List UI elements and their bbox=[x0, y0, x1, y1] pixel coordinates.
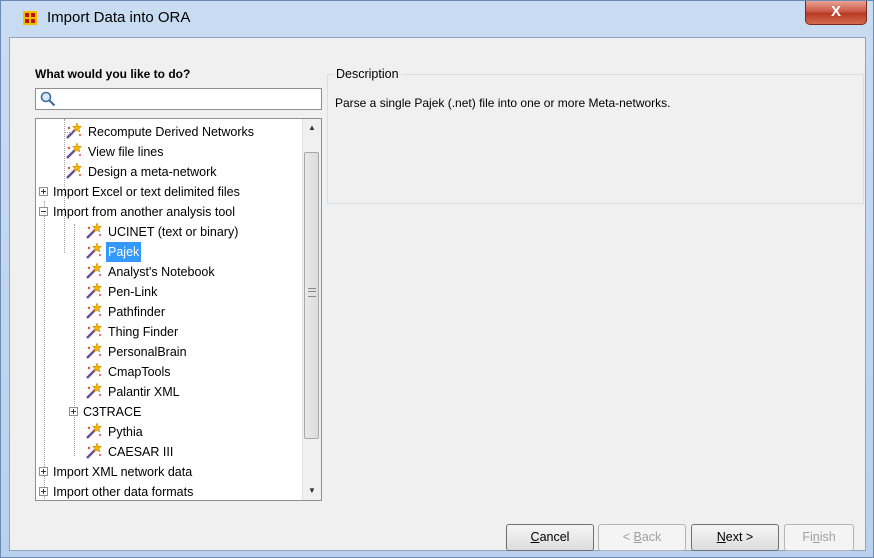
tree-item-label: C3TRACE bbox=[83, 405, 142, 419]
tree-item-label: CAESAR III bbox=[108, 445, 174, 459]
wizard-wand-icon bbox=[86, 342, 103, 359]
wizard-wand-icon bbox=[86, 382, 103, 399]
grip-icon bbox=[308, 288, 316, 297]
expand-icon[interactable] bbox=[39, 487, 48, 496]
tree-item-import-other[interactable]: Import other data formats bbox=[39, 482, 195, 500]
description-panel bbox=[327, 74, 864, 204]
tree-item-label: View file lines bbox=[88, 145, 164, 159]
expand-icon[interactable] bbox=[39, 467, 48, 476]
tree-item-view-file-lines[interactable]: View file lines bbox=[65, 142, 166, 162]
wizard-wand-icon bbox=[66, 122, 83, 139]
description-text: Parse a single Pajek (.net) file into on… bbox=[335, 96, 671, 110]
wizard-wand-icon bbox=[86, 302, 103, 319]
wizard-wand-icon bbox=[86, 262, 103, 279]
ora-app-icon bbox=[23, 11, 37, 25]
back-button[interactable]: < Back bbox=[598, 524, 686, 551]
description-legend: Description bbox=[334, 67, 401, 81]
wizard-wand-icon bbox=[86, 242, 103, 259]
tree-item-pen-link[interactable]: Pen-Link bbox=[85, 282, 159, 302]
expand-icon[interactable] bbox=[69, 407, 78, 416]
window-title: Import Data into ORA bbox=[47, 9, 191, 26]
wizard-wand-icon bbox=[86, 322, 103, 339]
cancel-button[interactable]: Cancel bbox=[506, 524, 594, 551]
tree-item-import-xml[interactable]: Import XML network data bbox=[39, 462, 194, 482]
tree-item-label: Thing Finder bbox=[108, 325, 179, 339]
search-icon bbox=[40, 91, 56, 107]
tree-item-label-selected: Pajek bbox=[106, 242, 142, 262]
title-bar[interactable]: Import Data into ORA X bbox=[1, 1, 873, 37]
wizard-wand-icon bbox=[66, 162, 83, 179]
scroll-up-arrow-icon[interactable]: ▲ bbox=[303, 119, 321, 137]
tree-item-label: PersonalBrain bbox=[108, 345, 187, 359]
import-dialog-window: Import Data into ORA X What would you li… bbox=[0, 0, 874, 558]
wizard-wand-icon bbox=[86, 422, 103, 439]
tree-item-analysts-notebook[interactable]: Analyst's Notebook bbox=[85, 262, 217, 282]
tree-item-label: Palantir XML bbox=[108, 385, 180, 399]
wizard-wand-icon bbox=[86, 222, 103, 239]
tree-item-label: Pen-Link bbox=[108, 285, 158, 299]
collapse-icon[interactable] bbox=[39, 207, 48, 216]
tree-item-pythia[interactable]: Pythia bbox=[85, 422, 145, 442]
wizard-wand-icon bbox=[86, 282, 103, 299]
tree-item-recompute-derived-networks[interactable]: Recompute Derived Networks bbox=[64, 122, 256, 142]
tree-item-label: Import XML network data bbox=[53, 465, 193, 479]
tree-item-label: Import from another analysis tool bbox=[53, 205, 236, 219]
tree-item-ucinet[interactable]: UCINET (text or binary) bbox=[85, 222, 240, 242]
task-heading: What would you like to do? bbox=[35, 67, 191, 81]
close-button[interactable]: X bbox=[805, 1, 867, 25]
scroll-down-arrow-icon[interactable]: ▼ bbox=[303, 482, 321, 500]
tree-item-label: Pythia bbox=[108, 425, 143, 439]
task-tree[interactable]: Recompute Derived Networks View file lin… bbox=[35, 118, 322, 501]
tree-item-label: UCINET (text or binary) bbox=[108, 225, 239, 239]
expand-icon[interactable] bbox=[39, 187, 48, 196]
tree-item-palantir-xml[interactable]: Palantir XML bbox=[85, 382, 182, 402]
finish-button[interactable]: Finish bbox=[784, 524, 854, 551]
tree-item-label: Import Excel or text delimited files bbox=[53, 185, 240, 199]
tree-item-label: Import other data formats bbox=[53, 485, 194, 499]
tree-item-design-meta-network[interactable]: Design a meta-network bbox=[65, 162, 219, 182]
tree-connector bbox=[44, 201, 45, 500]
tree-item-thing-finder[interactable]: Thing Finder bbox=[85, 322, 180, 342]
tree-item-pathfinder[interactable]: Pathfinder bbox=[85, 302, 167, 322]
search-input[interactable] bbox=[35, 88, 322, 110]
dialog-client-area: What would you like to do? Recompute Der… bbox=[9, 37, 866, 551]
tree-item-label: Analyst's Notebook bbox=[108, 265, 215, 279]
tree-item-label: Design a meta-network bbox=[88, 165, 217, 179]
tree-scrollbar[interactable]: ▲ ▼ bbox=[302, 119, 321, 500]
wizard-wand-icon bbox=[86, 362, 103, 379]
tree-item-label: Recompute Derived Networks bbox=[88, 125, 255, 139]
scroll-thumb[interactable] bbox=[304, 152, 319, 439]
tree-item-cmaptools[interactable]: CmapTools bbox=[85, 362, 173, 382]
tree-item-import-excel[interactable]: Import Excel or text delimited files bbox=[39, 182, 242, 202]
tree-item-pajek[interactable]: Pajek bbox=[85, 242, 142, 262]
tree-item-caesar-iii[interactable]: CAESAR III bbox=[85, 442, 175, 462]
tree-item-label: Pathfinder bbox=[108, 305, 165, 319]
tree-item-import-analysis-tool[interactable]: Import from another analysis tool bbox=[39, 202, 237, 222]
wizard-wand-icon bbox=[66, 142, 83, 159]
wizard-wand-icon bbox=[86, 442, 103, 459]
next-button[interactable]: Next > bbox=[691, 524, 779, 551]
tree-item-c3trace[interactable]: C3TRACE bbox=[69, 402, 143, 422]
tree-item-label: CmapTools bbox=[108, 365, 171, 379]
tree-item-personalbrain[interactable]: PersonalBrain bbox=[85, 342, 189, 362]
